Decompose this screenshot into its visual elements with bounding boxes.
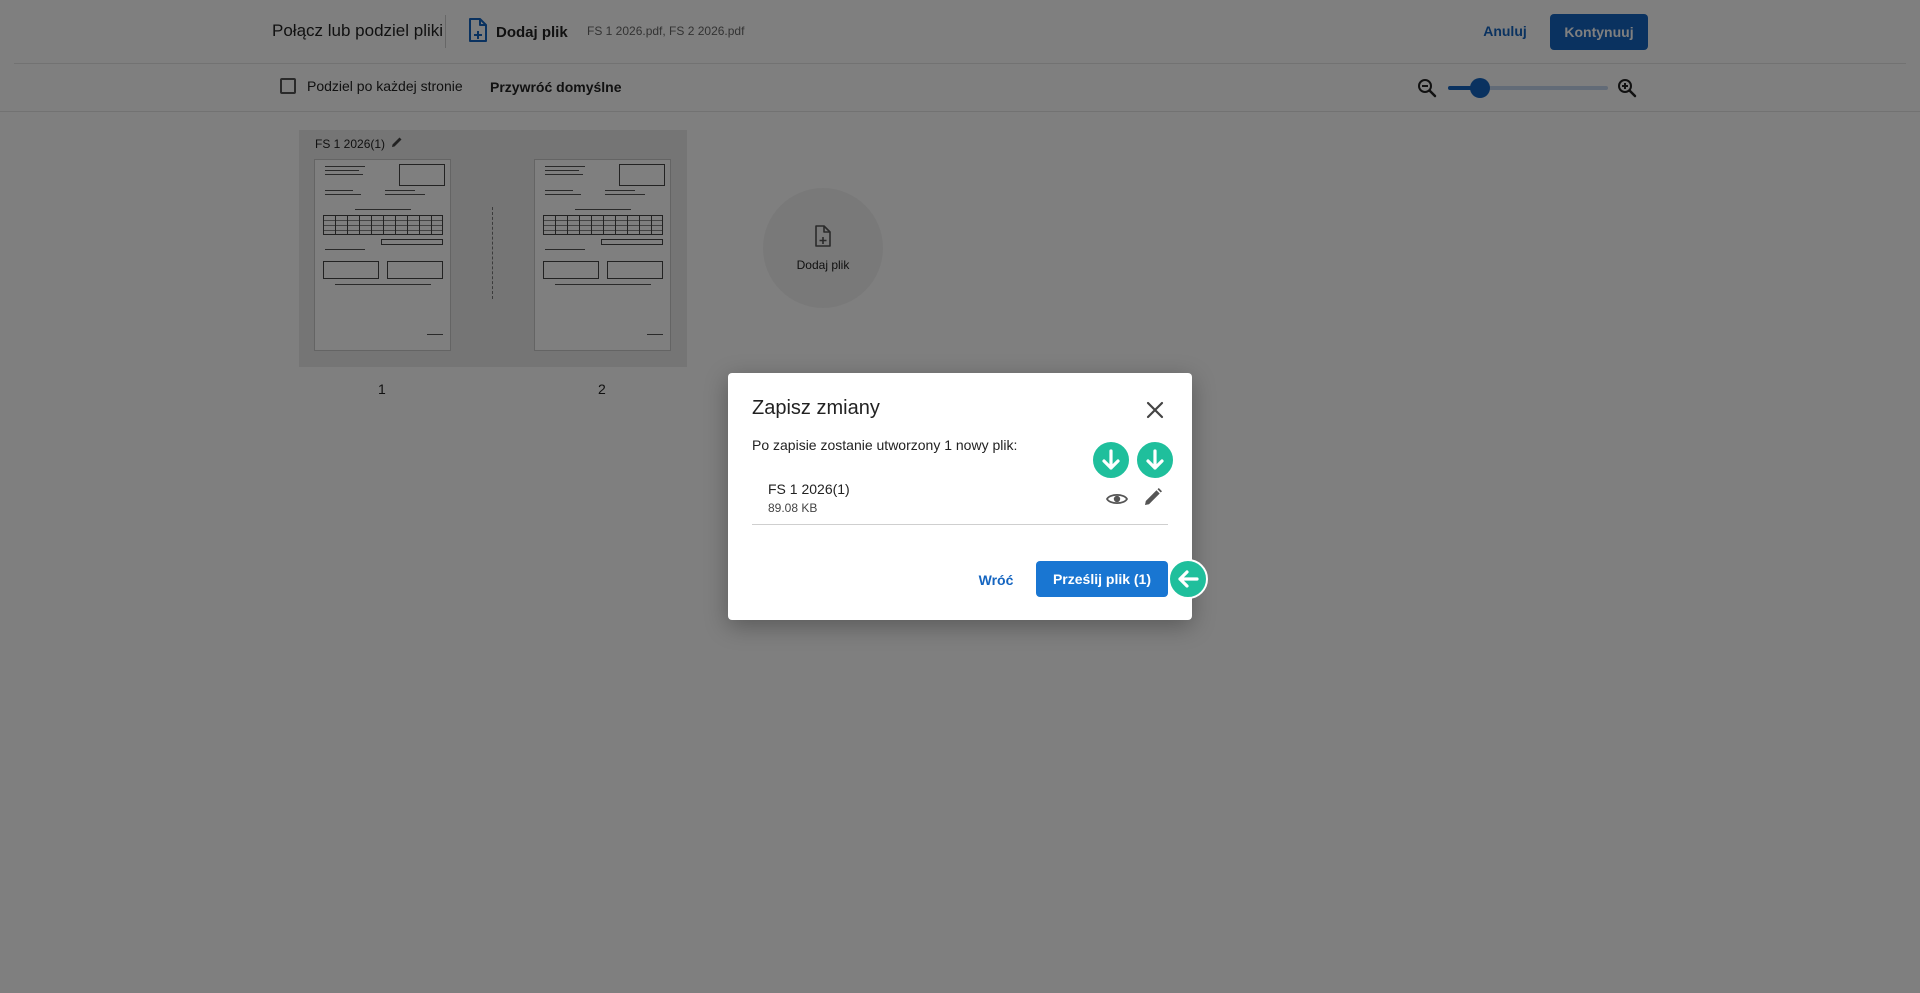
file-name: FS 1 2026(1) [768, 481, 850, 497]
close-icon[interactable] [1143, 398, 1167, 422]
arrow-down-icon [1091, 440, 1131, 480]
upload-file-button[interactable]: Prześlij plik (1) [1036, 561, 1168, 597]
back-button[interactable]: Wróć [968, 563, 1024, 597]
file-size: 89.08 KB [768, 501, 818, 515]
arrow-left-icon [1168, 559, 1208, 599]
edit-icon[interactable] [1143, 487, 1163, 507]
arrow-down-icon [1135, 440, 1175, 480]
save-changes-dialog: Zapisz zmiany Po zapisie zostanie utworz… [728, 373, 1192, 620]
list-item: FS 1 2026(1) 89.08 KB [752, 473, 1168, 525]
eye-icon[interactable] [1105, 487, 1129, 511]
dialog-message: Po zapisie zostanie utworzony 1 nowy pli… [752, 437, 1018, 453]
dialog-title: Zapisz zmiany [752, 397, 880, 419]
